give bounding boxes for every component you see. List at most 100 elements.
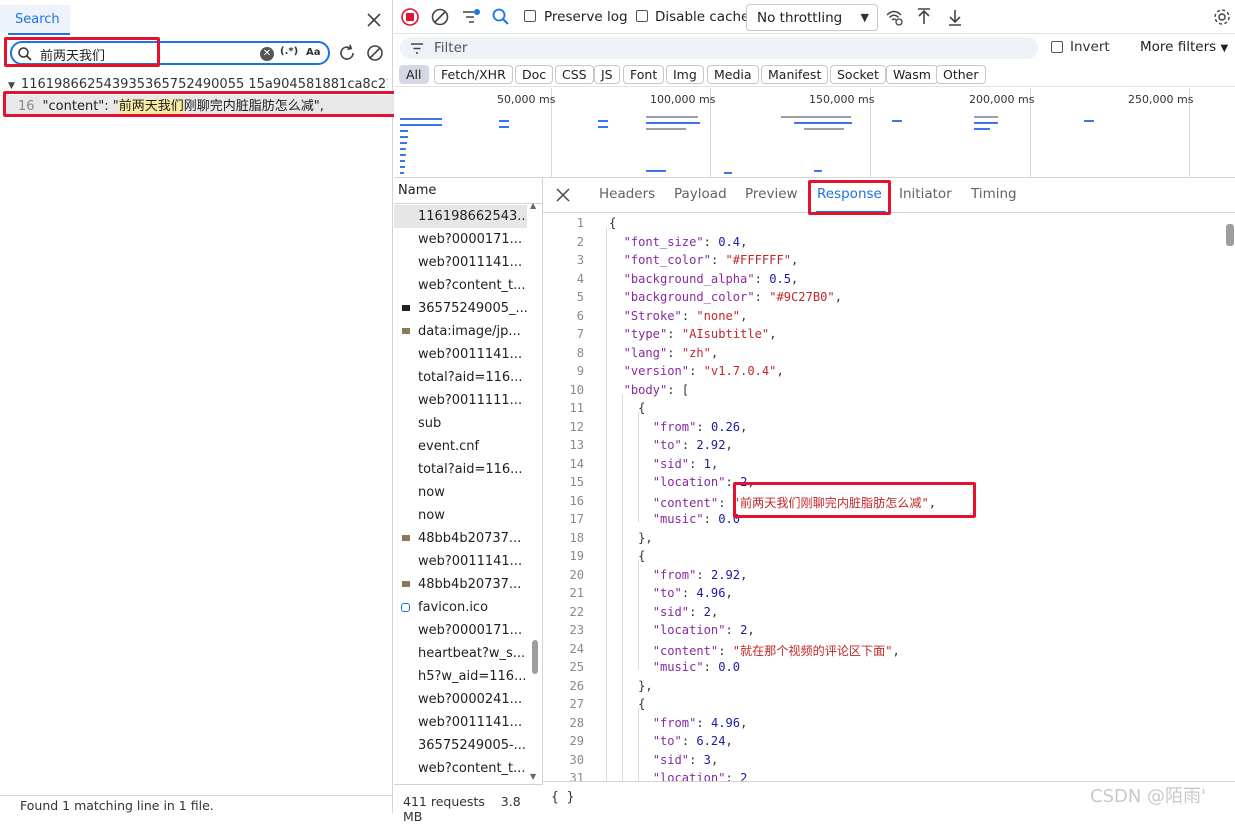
request-row[interactable]: web?0011141... (394, 711, 527, 734)
request-row[interactable]: web?content_t... (394, 274, 527, 297)
request-row[interactable]: 48bb4b20737... (394, 527, 527, 550)
refresh-icon[interactable] (337, 43, 357, 63)
request-name: 36575249005-... (418, 738, 527, 753)
line-number: 1 (576, 216, 584, 230)
scrollbar[interactable]: ▲ ▼ (529, 201, 541, 784)
request-row[interactable]: web?0000241... (394, 688, 527, 711)
line-number: 3 (576, 253, 584, 267)
request-row[interactable]: 116198662543... (394, 205, 527, 228)
scrollbar-thumb[interactable] (532, 640, 538, 674)
response-code-view[interactable]: 1 {2 "font_size": 0.4, 3 "font_color": "#F… (543, 214, 1233, 781)
image-file-icon (402, 328, 410, 334)
line-number: 19 (569, 549, 584, 563)
request-row[interactable]: total?aid=116... (394, 458, 527, 481)
type-filter-wasm[interactable]: Wasm (886, 65, 938, 84)
request-name: web?0011141... (418, 347, 523, 362)
request-list: Name 116198662543... web?0000171... web?00… (394, 178, 543, 784)
type-filter-js[interactable]: JS (594, 65, 620, 84)
tab-timing[interactable]: Timing (971, 186, 1017, 202)
overview-tick: 250,000 ms (1128, 93, 1194, 106)
type-filter-doc[interactable]: Doc (515, 65, 554, 84)
request-row[interactable]: 36575249005-... (394, 734, 527, 757)
request-name: heartbeat?w_s... (418, 646, 526, 661)
search-tab[interactable]: Search (0, 5, 70, 33)
scroll-down-icon[interactable]: ▼ (530, 772, 536, 781)
name-column-header[interactable]: Name (394, 178, 542, 204)
line-number: 11 (569, 401, 584, 415)
clear-input-icon[interactable]: ✕ (260, 47, 274, 61)
network-conditions-icon[interactable] (884, 7, 904, 27)
request-row[interactable]: data:image/jp... (394, 320, 527, 343)
type-filter-font[interactable]: Font (623, 65, 665, 84)
filter-input[interactable]: Filter (400, 37, 1038, 59)
filter-bar: Filter Invert More filters ▼ (394, 34, 1235, 60)
disable-cache-checkbox[interactable] (636, 10, 648, 22)
import-har-icon[interactable] (914, 7, 934, 27)
line-number: 26 (569, 678, 584, 693)
tab-headers[interactable]: Headers (599, 186, 655, 202)
request-row[interactable]: 36575249005_... (394, 297, 527, 320)
regex-toggle[interactable]: (.*) (280, 46, 298, 57)
more-filters-dropdown[interactable]: More filters ▼ (1140, 39, 1228, 55)
request-row[interactable]: total?aid=116... (394, 366, 527, 389)
filter-toggle-icon[interactable] (461, 7, 481, 27)
highlight-box (3, 91, 403, 117)
record-icon[interactable] (400, 7, 420, 27)
image-file-icon (402, 535, 410, 541)
settings-gear-icon[interactable] (1212, 7, 1232, 27)
request-row[interactable]: h5?w_aid=116... (394, 665, 527, 688)
request-name: 116198662543... (418, 209, 527, 224)
disable-cache-label: Disable cache (655, 9, 750, 25)
clear-icon[interactable] (430, 7, 450, 27)
line-number: 4 (576, 271, 584, 286)
type-filter-img[interactable]: Img (666, 65, 704, 84)
code-scrollbar-thumb[interactable] (1226, 224, 1234, 246)
request-row[interactable]: favicon.ico (394, 596, 527, 619)
tab-payload[interactable]: Payload (674, 186, 727, 202)
line-number: 6 (576, 308, 584, 323)
line-number: 22 (569, 604, 584, 619)
request-row[interactable]: web?0011111... (394, 389, 527, 412)
export-har-icon[interactable] (945, 7, 965, 27)
request-row[interactable]: web?0011141... (394, 251, 527, 274)
close-icon[interactable] (364, 10, 384, 30)
dropdown-arrow-icon: ▼ (860, 11, 869, 24)
request-row[interactable]: web?0011141... (394, 343, 527, 366)
request-row[interactable]: web?content_t... (394, 757, 527, 780)
request-name: data:image/jp... (418, 324, 521, 339)
type-filter-socket[interactable]: Socket (830, 65, 886, 84)
request-details: Headers Payload Preview Response Initiat… (543, 178, 1235, 813)
search-icon[interactable] (491, 7, 511, 27)
close-icon[interactable] (555, 187, 571, 203)
request-row[interactable]: event.cnf (394, 435, 527, 458)
line-number: 24 (569, 641, 584, 656)
tab-initiator[interactable]: Initiator (899, 186, 952, 202)
detail-tabs: Headers Payload Preview Response Initiat… (543, 178, 1235, 215)
line-number: 9 (576, 364, 584, 378)
scroll-up-icon[interactable]: ▲ (530, 201, 536, 210)
type-filter-other[interactable]: Other (936, 65, 986, 84)
tab-preview[interactable]: Preview (745, 186, 798, 202)
request-row[interactable]: now (394, 504, 527, 527)
request-row[interactable]: web?0000171... (394, 228, 527, 251)
invert-checkbox[interactable] (1051, 41, 1063, 53)
type-filter-media[interactable]: Media (707, 65, 759, 84)
type-filter-fetch-xhr[interactable]: Fetch/XHR (434, 65, 513, 84)
request-name: web?content_t... (418, 761, 526, 776)
network-overview[interactable]: 50,000 ms 100,000 ms 150,000 ms 200,000 … (394, 88, 1235, 178)
request-row[interactable]: sub (394, 412, 527, 435)
request-row[interactable]: web?0011141... (394, 550, 527, 573)
throttling-select[interactable]: No throttling ▼ (746, 4, 878, 31)
expand-arrow-icon[interactable]: ▼ (8, 81, 15, 91)
request-row[interactable]: heartbeat?w_s... (394, 642, 527, 665)
result-file-name: 116198662543935365752490055 15a904581881… (20, 77, 388, 92)
preserve-log-checkbox[interactable] (524, 10, 536, 22)
type-filter-css[interactable]: CSS (555, 65, 594, 84)
match-case-toggle[interactable]: Aa (306, 47, 321, 58)
type-filter-manifest[interactable]: Manifest (761, 65, 829, 84)
request-row[interactable]: now (394, 481, 527, 504)
clear-results-icon[interactable] (365, 43, 385, 63)
request-row[interactable]: 48bb4b20737... (394, 573, 527, 596)
request-row[interactable]: web?0000171... (394, 619, 527, 642)
type-filter-all[interactable]: All (399, 65, 429, 84)
